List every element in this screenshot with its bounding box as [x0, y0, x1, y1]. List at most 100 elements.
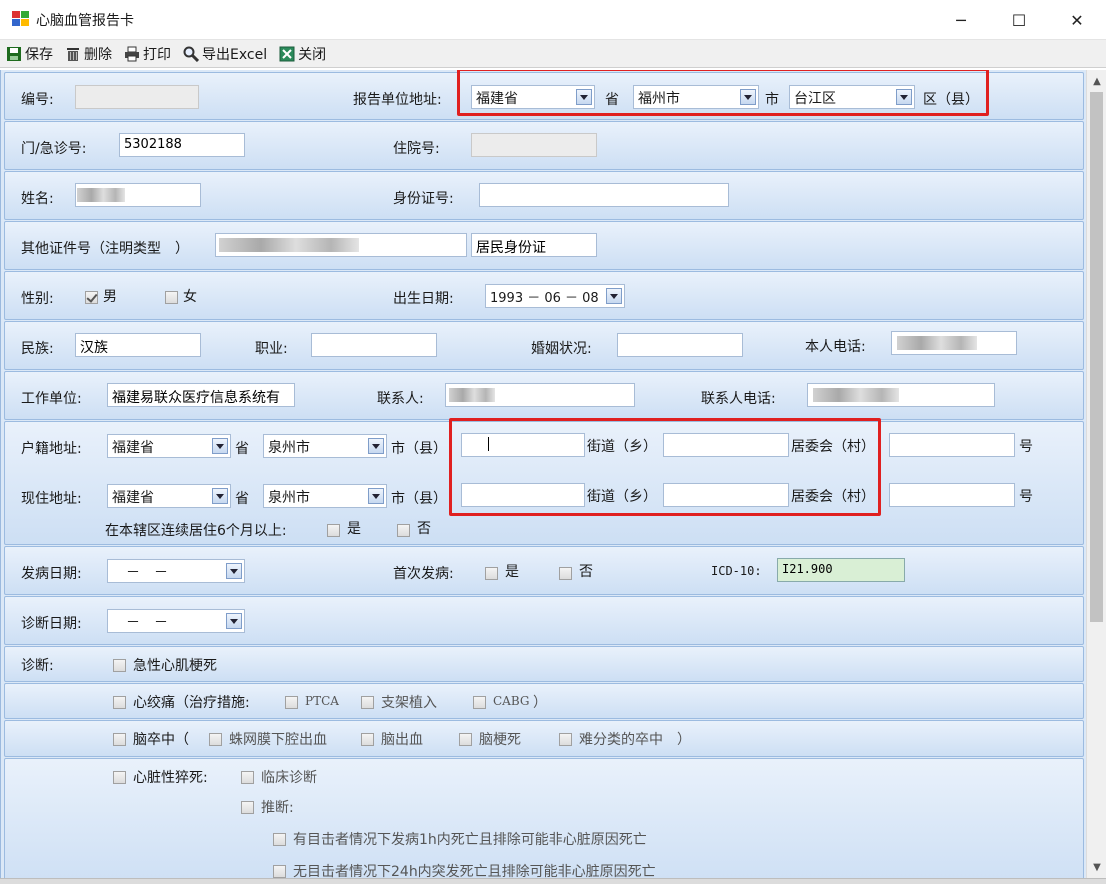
name-label: 姓名: [21, 191, 54, 207]
scd-opt1-label: 有目击者情况下发病1h内死亡且排除可能非心脏原因死亡 [293, 832, 647, 848]
hukou-city-select[interactable]: 泉州市 [263, 434, 387, 458]
resident-yes-checkbox[interactable] [327, 524, 340, 537]
angina-close-paren: ） [533, 695, 547, 711]
resident-yes-label: 是 [347, 521, 361, 537]
diag-date-picker[interactable]: － － [107, 609, 245, 633]
chevron-down-icon[interactable] [368, 438, 384, 454]
birth-date-picker[interactable]: 1993 － 06 － 08 [485, 284, 625, 308]
close-button[interactable]: 关闭 [279, 44, 326, 64]
scd-label: 心脏性猝死: [133, 770, 208, 786]
row-angina: 心绞痛（治疗措施: PTCA 支架植入 CABG ） [4, 683, 1084, 719]
outpatient-input[interactable]: 5302188 [119, 133, 245, 157]
stroke-checkbox[interactable] [113, 733, 126, 746]
current-city-select[interactable]: 泉州市 [263, 484, 387, 508]
close-label: 关闭 [298, 46, 327, 63]
splitter-handle[interactable] [0, 878, 1106, 884]
current-number-suffix: 号 [1019, 489, 1033, 505]
chevron-down-icon[interactable] [226, 563, 242, 579]
icd-input[interactable]: I21.900 [777, 558, 905, 582]
resident-no-label: 否 [417, 521, 431, 537]
printer-icon [125, 46, 139, 61]
hukou-province-select[interactable]: 福建省 [107, 434, 231, 458]
unclassified-stroke-checkbox[interactable] [559, 733, 572, 746]
chevron-down-icon[interactable] [212, 488, 228, 504]
row-ethnic: 民族: 汉族 职业: 婚姻状况: 本人电话: [4, 321, 1084, 370]
other-id-type-input[interactable]: 居民身份证 [471, 233, 597, 257]
scroll-thumb[interactable] [1090, 92, 1103, 622]
stent-label: 支架植入 [381, 695, 437, 711]
save-button[interactable]: 保存 [6, 44, 53, 64]
sah-checkbox[interactable] [209, 733, 222, 746]
ptca-checkbox[interactable] [285, 696, 298, 709]
female-label: 女 [183, 289, 197, 305]
idcard-input[interactable] [479, 183, 729, 207]
chevron-down-icon[interactable] [212, 438, 228, 454]
hukou-number-suffix: 号 [1019, 439, 1033, 455]
redacted-phone [897, 336, 977, 350]
hukou-label: 户籍地址: [21, 441, 82, 457]
first-onset-no-checkbox[interactable] [559, 567, 572, 580]
work-input[interactable]: 福建易联众医疗信息系统有 [107, 383, 295, 407]
current-number-input[interactable] [889, 483, 1015, 507]
chevron-down-icon[interactable] [226, 613, 242, 629]
unclassified-stroke-label: 难分类的卒中 [579, 732, 663, 748]
first-onset-yes-checkbox[interactable] [485, 567, 498, 580]
serial-input[interactable] [75, 85, 199, 109]
icd-label: ICD-10: [711, 564, 762, 578]
infarct-checkbox[interactable] [459, 733, 472, 746]
first-onset-yes-label: 是 [505, 564, 519, 580]
marital-input[interactable] [617, 333, 743, 357]
scd-opt2-checkbox[interactable] [273, 865, 286, 878]
row-onset: 发病日期: － － 首次发病: 是 否 ICD-10: I21.900 [4, 546, 1084, 595]
male-checkbox[interactable] [85, 291, 98, 304]
infarct-label: 脑梗死 [479, 732, 521, 748]
row-diag-ami: 诊断: 急性心肌梗死 [4, 646, 1084, 682]
scd-checkbox[interactable] [113, 771, 126, 784]
scroll-down-icon[interactable]: ▼ [1087, 858, 1106, 876]
clinical-checkbox[interactable] [241, 771, 254, 784]
outpatient-label: 门/急诊号: [21, 141, 87, 157]
male-label: 男 [103, 289, 117, 305]
female-checkbox[interactable] [165, 291, 178, 304]
stent-checkbox[interactable] [361, 696, 374, 709]
angina-checkbox[interactable] [113, 696, 126, 709]
close-window-button[interactable]: ✕ [1048, 0, 1106, 40]
print-label: 打印 [143, 46, 171, 63]
job-input[interactable] [311, 333, 437, 357]
scroll-up-icon[interactable]: ▲ [1087, 72, 1106, 90]
row-gender: 性别: 男 女 出生日期: 1993 － 06 － 08 [4, 271, 1084, 320]
other-id-label: 其他证件号（注明类型 ） [21, 241, 189, 257]
inferred-checkbox[interactable] [241, 801, 254, 814]
vertical-scrollbar[interactable]: ▲ ▼ [1086, 70, 1106, 878]
save-label: 保存 [25, 46, 53, 63]
diag-label: 诊断: [21, 658, 54, 674]
maximize-button[interactable]: ☐ [990, 0, 1048, 40]
row-scd: 心脏性猝死: 临床诊断 推断: 有目击者情况下发病1h内死亡且排除可能非心脏原因… [4, 758, 1084, 878]
print-button[interactable]: 打印 [124, 44, 171, 64]
resident-no-checkbox[interactable] [397, 524, 410, 537]
inpatient-input[interactable] [471, 133, 597, 157]
row-diag-date: 诊断日期: － － [4, 596, 1084, 645]
delete-button[interactable]: 删除 [65, 44, 112, 64]
chevron-down-icon[interactable] [368, 488, 384, 504]
cabg-label: CABG [493, 694, 530, 708]
first-onset-label: 首次发病: [393, 566, 454, 582]
hukou-number-input[interactable] [889, 433, 1015, 457]
contact-label: 联系人: [377, 391, 424, 407]
ethnic-input[interactable]: 汉族 [75, 333, 201, 357]
chevron-down-icon[interactable] [606, 288, 622, 304]
export-excel-button[interactable]: 导出Excel [183, 44, 267, 64]
row-work: 工作单位: 福建易联众医疗信息系统有 联系人: 联系人电话: [4, 371, 1084, 420]
current-province-select[interactable]: 福建省 [107, 484, 231, 508]
ptca-label: PTCA [305, 694, 339, 708]
onset-date-picker[interactable]: － － [107, 559, 245, 583]
scd-opt1-checkbox[interactable] [273, 833, 286, 846]
close-box-icon [279, 46, 295, 61]
cabg-checkbox[interactable] [473, 696, 486, 709]
magnifier-icon [183, 46, 199, 62]
minimize-button[interactable]: ─ [932, 0, 990, 40]
report-address-label: 报告单位地址: [353, 92, 442, 108]
ich-checkbox[interactable] [361, 733, 374, 746]
ami-checkbox[interactable] [113, 659, 126, 672]
clinical-label: 临床诊断 [261, 770, 317, 786]
